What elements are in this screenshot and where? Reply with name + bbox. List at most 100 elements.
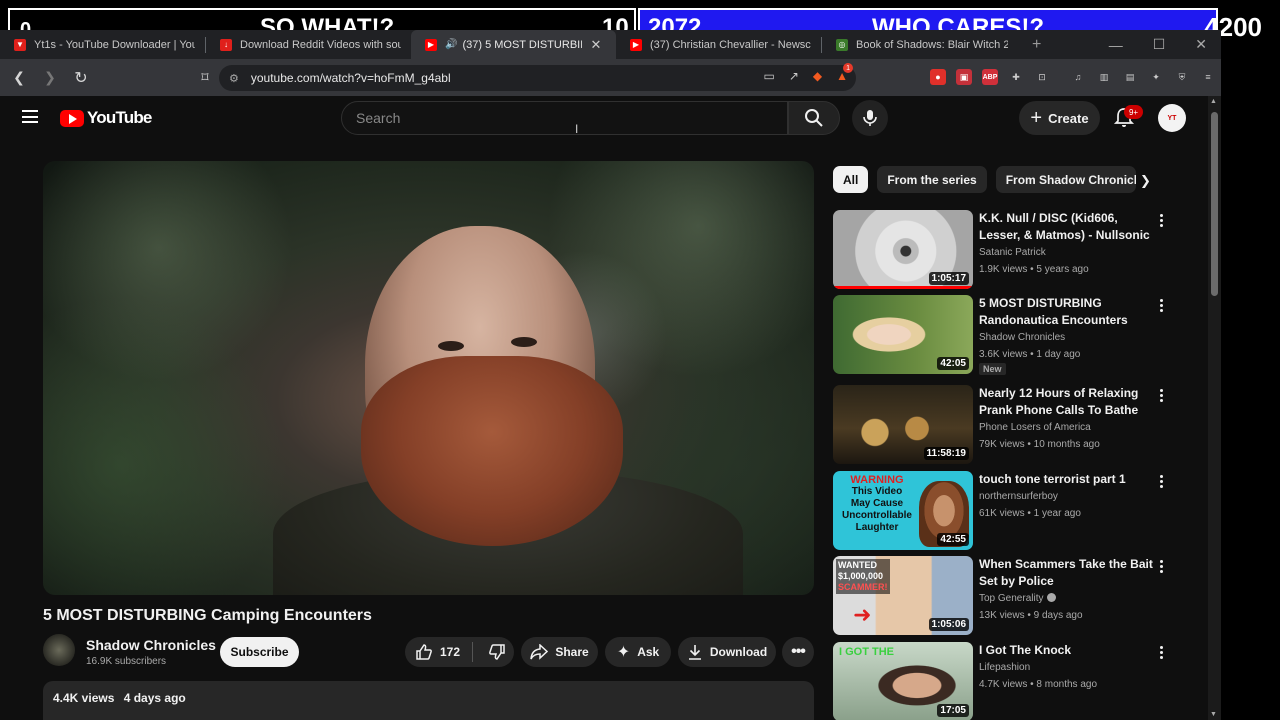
recommendation-channel[interactable]: Top Generality (979, 593, 1057, 604)
more-vertical-icon[interactable] (1159, 475, 1163, 488)
recommendation-channel[interactable]: Satanic Patrick (979, 247, 1046, 258)
voice-search-button[interactable] (852, 100, 888, 136)
channel-name[interactable]: Shadow Chronicles (86, 637, 216, 653)
wallet-icon[interactable]: ▤ (1122, 69, 1138, 85)
recommendation-thumbnail[interactable]: 1:05:17 (833, 210, 973, 289)
tab-newscast[interactable]: ▶ (37) Christian Chevallier - Newscast (616, 30, 821, 59)
like-button[interactable]: 172 (405, 637, 465, 667)
menu-icon[interactable]: ≡ (1200, 69, 1216, 85)
recommendation-title[interactable]: When Scammers Take the Bait Set by Polic… (979, 556, 1155, 590)
recommendation-channel[interactable]: Phone Losers of America (979, 422, 1091, 433)
recommendation-item[interactable]: 11:58:19 Nearly 12 Hours of Relaxing Pra… (833, 385, 1188, 465)
recommendation-channel[interactable]: Shadow Chronicles (979, 332, 1065, 343)
reload-icon[interactable]: ↻ (69, 68, 93, 88)
brave-rewards-icon[interactable]: ▲ 1 (836, 63, 854, 83)
page-scrollbar[interactable]: ▲ ▼ (1208, 96, 1221, 720)
recommendation-channel[interactable]: northernsurferboy (979, 491, 1058, 502)
channel-avatar[interactable] (43, 634, 75, 666)
recommendation-item[interactable]: WANTED $1,000,000 SCAMMER! ➜ 1:05:06 Whe… (833, 556, 1188, 636)
extension-red-icon[interactable]: ● (930, 69, 946, 85)
close-window-icon[interactable]: ✕ (1195, 36, 1207, 53)
youtube-logo[interactable]: YouTube (60, 108, 152, 128)
duration-badge: 11:58:19 (923, 447, 969, 460)
video-frame-eye (438, 341, 464, 351)
forward-icon[interactable]: ❯ (38, 69, 62, 86)
recommendation-title[interactable]: I Got The Knock (979, 642, 1155, 659)
account-avatar[interactable]: YT (1158, 104, 1186, 132)
more-vertical-icon[interactable] (1159, 214, 1163, 227)
more-vertical-icon[interactable] (1159, 560, 1163, 573)
channel-name-text: Top Generality (979, 593, 1044, 604)
tab-current-video[interactable]: ▶ 🔊 (37) 5 MOST DISTURBING Camping ✕ (411, 30, 616, 59)
scrollbar-thumb[interactable] (1211, 112, 1218, 296)
dislike-button[interactable] (480, 637, 514, 667)
recommendation-thumbnail[interactable]: WANTED $1,000,000 SCAMMER! ➜ 1:05:06 (833, 556, 973, 635)
more-actions-button[interactable]: ••• (782, 637, 814, 667)
maximize-icon[interactable]: ☐ (1153, 36, 1166, 53)
more-vertical-icon[interactable] (1159, 646, 1163, 659)
extensions-puzzle-icon[interactable]: ✚ (1008, 69, 1024, 85)
adblock-icon[interactable]: ABP (982, 69, 998, 85)
recommendation-title[interactable]: touch tone terrorist part 1 (979, 471, 1155, 488)
recommendation-item[interactable]: 42:05 5 MOST DISTURBING Randonautica Enc… (833, 295, 1188, 375)
guide-menu-icon[interactable] (22, 110, 38, 123)
tab-reddit-downloader[interactable]: ↓ Download Reddit Videos with sound (206, 30, 411, 59)
scroll-up-arrow-icon[interactable]: ▲ (1210, 98, 1217, 105)
recommendation-title[interactable]: K.K. Null / DISC (Kid606, Lesser, & Matm… (979, 210, 1155, 244)
ask-button[interactable]: ✦ Ask (605, 637, 671, 667)
minimize-icon[interactable]: — (1109, 37, 1123, 53)
cast-icon[interactable]: ▭ (763, 69, 774, 83)
share-page-icon[interactable]: ↗ (789, 69, 799, 83)
leo-ai-icon[interactable]: ✦ (1148, 69, 1164, 85)
download-button[interactable]: Download (678, 637, 776, 667)
bookmark-icon[interactable]: ⌑ (193, 69, 217, 86)
chip-from-channel[interactable]: From Shadow Chronicles (995, 166, 1136, 193)
recommendation-title[interactable]: Nearly 12 Hours of Relaxing Prank Phone … (979, 385, 1155, 419)
screenshot-icon[interactable]: ⊡ (1034, 69, 1050, 85)
recommendation-thumbnail[interactable]: 42:05 (833, 295, 973, 374)
thumbnail-caption-line: WANTED (838, 560, 877, 570)
scroll-down-arrow-icon[interactable]: ▼ (1210, 711, 1217, 718)
chip-from-series[interactable]: From the series (877, 166, 987, 193)
like-count: 172 (440, 645, 461, 659)
subscribe-button[interactable]: Subscribe (220, 637, 299, 667)
close-tab-icon[interactable]: ✕ (590, 37, 601, 53)
media-icon[interactable]: ♫ (1070, 69, 1086, 85)
url-field[interactable]: ⚙ youtube.com/watch?v=hoFmM_g4abl ▭ ↗ ◆ … (219, 63, 856, 91)
share-button[interactable]: Share (521, 637, 598, 667)
recommendation-thumbnail[interactable]: 11:58:19 (833, 385, 973, 464)
tab-label: (37) Christian Chevallier - Newscast (650, 38, 811, 51)
back-icon[interactable]: ❮ (7, 69, 31, 86)
recommendation-item[interactable]: I GOT THE 17:05 I Got The Knock Lifepash… (833, 642, 1188, 720)
recommendation-thumbnail[interactable]: I GOT THE 17:05 (833, 642, 973, 720)
thumbs-up-icon (416, 644, 432, 660)
video-title: 5 MOST DISTURBING Camping Encounters (43, 607, 372, 624)
search-button[interactable] (788, 101, 840, 135)
more-horizontal-icon: ••• (791, 643, 806, 660)
recommendation-item[interactable]: 1:05:17 K.K. Null / DISC (Kid606, Lesser… (833, 210, 1188, 290)
tab-yt1s[interactable]: ▼ Yt1s - YouTube Downloader | YouTube (0, 30, 205, 59)
recommendation-title[interactable]: 5 MOST DISTURBING Randonautica Encounter… (979, 295, 1155, 329)
recommendation-thumbnail[interactable]: WARNING This Video May Cause Uncontrolla… (833, 471, 973, 550)
video-player[interactable] (43, 161, 814, 595)
site-info-icon[interactable]: ⚙ (229, 72, 239, 85)
description-box[interactable]: 4.4K views 4 days ago (43, 681, 814, 720)
new-tab-icon[interactable]: + (1032, 36, 1041, 54)
more-vertical-icon[interactable] (1159, 389, 1163, 402)
sidebar-icon[interactable]: ▥ (1096, 69, 1112, 85)
chip-all[interactable]: All (833, 166, 869, 193)
recommendation-meta: 1.9K views • 5 years ago (979, 264, 1089, 275)
thumbnail-caption: I GOT THE (839, 646, 894, 658)
tab-book-of-shadows[interactable]: ◎ Book of Shadows: Blair Witch 2 (2000) (822, 30, 1018, 59)
vpn-icon[interactable]: ⛨ (1174, 69, 1190, 85)
avatar-text: YT (1167, 114, 1177, 122)
more-vertical-icon[interactable] (1159, 299, 1163, 312)
create-button[interactable]: + Create (1019, 101, 1100, 135)
recommendation-item[interactable]: WARNING This Video May Cause Uncontrolla… (833, 471, 1188, 551)
extension-video-icon[interactable]: ▣ (956, 69, 972, 85)
yt1s-icon: ▼ (14, 38, 26, 51)
search-input[interactable]: Search (341, 101, 788, 135)
brave-shield-icon[interactable]: ◆ (813, 69, 822, 83)
recommendation-channel[interactable]: Lifepashion (979, 662, 1030, 673)
chevron-right-icon[interactable]: ❯ (1140, 173, 1151, 189)
